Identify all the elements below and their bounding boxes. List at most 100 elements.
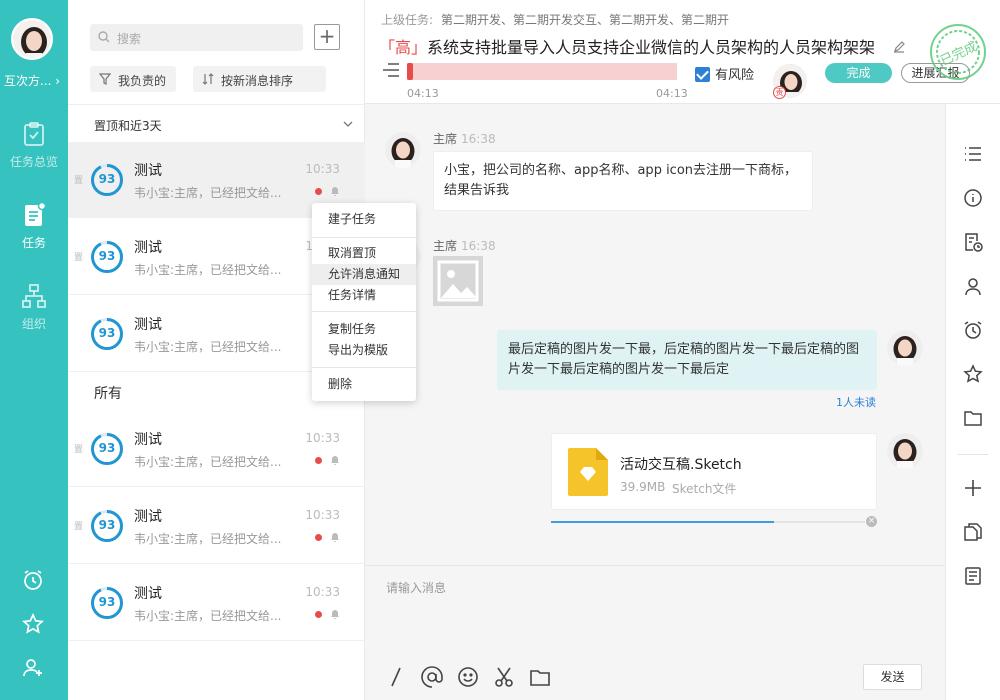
list-icon[interactable] <box>963 144 983 168</box>
menu-item-unpin[interactable]: 取消置顶 <box>312 243 416 264</box>
menu-divider <box>312 367 416 368</box>
unread-dot <box>315 457 322 464</box>
completed-stamp-icon: 已完成 <box>928 22 988 82</box>
task-last-message: 韦小宝:主席，已经把文给... <box>134 532 282 546</box>
scissors-icon[interactable] <box>493 666 515 692</box>
parent-task-breadcrumb[interactable]: 上级任务: 第二期开发、第二期开发交互、第二期开发、第二期开 <box>381 11 729 28</box>
chat-panel: 上级任务: 第二期开发、第二期开发交互、第二期开发、第二期开 「高」系统支持批量导… <box>365 0 1000 700</box>
org-tree-icon <box>22 284 46 308</box>
chevron-down-icon <box>343 121 353 127</box>
complete-button[interactable]: 完成 <box>825 63 892 83</box>
file-size: 39.9MB <box>620 480 666 494</box>
sender-avatar[interactable] <box>385 132 421 168</box>
nav-organization[interactable]: 组织 <box>0 283 68 332</box>
folder-icon[interactable] <box>963 408 983 432</box>
task-row[interactable]: 置 93 测试 韦小宝:主席，已经把文给... 10:33 <box>68 488 365 564</box>
task-row[interactable]: 93 测试 韦小宝:主席，已经把文给... 10:33 <box>68 565 365 641</box>
search-input[interactable]: 搜索 <box>90 24 303 51</box>
message-input[interactable]: 请输入消息 <box>386 579 446 596</box>
progress-fill <box>407 63 413 80</box>
progress-ring: 93 <box>90 163 124 197</box>
task-time: 10:33 <box>305 585 340 599</box>
message-bubble[interactable]: 小宝，把公司的名称、app名称、app icon去注册一下商标，结果告诉我 <box>433 151 813 211</box>
pinned-marker: 置 <box>74 445 84 455</box>
unread-count[interactable]: 1人未读 <box>836 394 876 410</box>
chevron-right-icon: › <box>55 74 61 88</box>
menu-item-export-template[interactable]: 导出为模版 <box>312 340 416 361</box>
filter-icon <box>99 73 111 85</box>
progress-ring: 93 <box>90 432 124 466</box>
unread-dot <box>315 534 322 541</box>
owner-badge: 责 <box>773 86 786 99</box>
image-placeholder-icon[interactable] <box>433 256 483 306</box>
pinned-marker: 置 <box>74 176 84 186</box>
filter-mine-button[interactable]: 我负责的 <box>90 66 176 92</box>
edit-pencil-icon[interactable] <box>893 38 905 57</box>
message-bubble-mine[interactable]: 最后定稿的图片发一下最，后定稿的图片发一下最后定稿的图片发一下最后定稿的图片发一… <box>497 330 877 390</box>
priority-label: 「高」 <box>379 38 428 57</box>
mention-icon[interactable] <box>421 666 443 692</box>
progress-ring: 93 <box>90 240 124 274</box>
info-icon[interactable] <box>963 188 983 212</box>
menu-item-copy-task[interactable]: 复制任务 <box>312 319 416 340</box>
alarm-icon[interactable] <box>963 320 983 344</box>
task-last-message: 韦小宝:主席，已经把文给... <box>134 186 282 200</box>
progress-menu-icon[interactable] <box>382 62 400 82</box>
send-button[interactable]: 发送 <box>863 664 922 690</box>
add-member-icon[interactable] <box>21 656 45 684</box>
file-card[interactable]: 活动交互稿.Sketch 39.9MB Sketch文件 <box>551 433 877 510</box>
message-composer: 请输入消息 发送 <box>365 565 945 700</box>
task-title: 测试 <box>134 317 162 333</box>
left-rail: 互次方... › 任务总览 任务 组织 <box>0 0 68 700</box>
plus-icon[interactable] <box>963 478 983 502</box>
upload-progress-bar <box>551 521 865 523</box>
user-avatar[interactable] <box>11 18 53 60</box>
star-icon[interactable] <box>21 612 45 640</box>
context-menu: 建子任务 取消置顶 允许消息通知 任务详情 复制任务 导出为模版 删除 <box>312 203 416 401</box>
pinned-marker: 置 <box>74 253 84 263</box>
star-icon[interactable] <box>963 364 983 388</box>
clipboard-check-icon <box>24 122 44 146</box>
nav-tasks[interactable]: 任务 <box>0 202 68 251</box>
message-sender: 主席 16:38 <box>433 239 496 253</box>
task-last-message: 韦小宝:主席，已经把文给... <box>134 455 282 469</box>
progress-end-time: 04:13 <box>656 87 688 100</box>
task-last-message: 韦小宝:主席，已经把文给... <box>134 609 282 623</box>
task-progress-bar[interactable] <box>407 63 677 80</box>
task-last-message: 韦小宝:主席，已经把文给... <box>134 340 282 354</box>
menu-item-delete[interactable]: 删除 <box>312 374 416 395</box>
menu-item-allow-notify[interactable]: 允许消息通知 <box>312 264 416 285</box>
notes-icon[interactable] <box>963 566 983 590</box>
add-task-button[interactable]: + <box>314 24 340 50</box>
upload-progress-fill <box>551 521 774 523</box>
cancel-upload-icon[interactable]: × <box>866 516 877 527</box>
sort-icon <box>202 73 214 85</box>
document-clock-icon[interactable] <box>963 232 983 256</box>
copy-icon[interactable] <box>963 522 983 546</box>
user-icon[interactable] <box>963 276 983 300</box>
nav-task-overview[interactable]: 任务总览 <box>0 121 68 170</box>
my-avatar[interactable] <box>887 330 923 366</box>
section-pinned[interactable]: 置顶和近3天 <box>68 104 365 142</box>
right-toolbar <box>945 104 1000 700</box>
slash-command-icon[interactable] <box>386 666 406 692</box>
menu-item-task-details[interactable]: 任务详情 <box>312 285 416 306</box>
alarm-icon[interactable] <box>21 568 45 596</box>
task-row[interactable]: 置 93 测试 韦小宝:主席，已经把文给... 10:33 <box>68 411 365 487</box>
checkbox-checked-icon <box>695 67 710 82</box>
unread-dot <box>315 188 322 195</box>
risk-checkbox[interactable]: 有风险 <box>695 64 754 83</box>
menu-item-create-subtask[interactable]: 建子任务 <box>312 209 416 230</box>
message-sender: 主席 16:38 <box>433 132 496 146</box>
user-name[interactable]: 互次方... › <box>4 72 68 89</box>
progress-start-time: 04:13 <box>407 87 439 100</box>
sort-by-message-button[interactable]: 按新消息排序 <box>193 66 326 92</box>
my-avatar[interactable] <box>887 433 923 469</box>
task-title-heading[interactable]: 「高」系统支持批量导入人员支持企业微信的人员架构的人员架构架架 <box>379 34 905 58</box>
pinned-marker: 置 <box>74 522 84 532</box>
folder-icon[interactable] <box>529 666 551 692</box>
bell-muted-icon <box>330 532 340 547</box>
menu-divider <box>312 237 416 238</box>
task-title: 测试 <box>134 163 162 179</box>
emoji-icon[interactable] <box>457 666 479 692</box>
